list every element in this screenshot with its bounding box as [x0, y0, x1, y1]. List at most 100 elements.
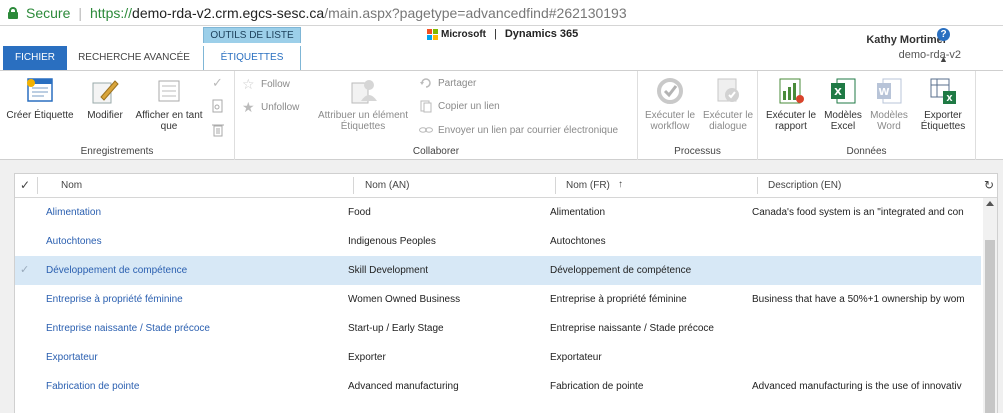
help-icon[interactable]: ? [937, 28, 950, 41]
assign-label-1: Attribuer un élément [317, 110, 409, 121]
group-label-processus: Processus [674, 146, 721, 157]
ribbon-group-processus: Exécuter le workflow Exécuter le dialogu… [638, 71, 758, 160]
cell-description-en: Canada's food system is an "integrated a… [752, 207, 964, 218]
run-report-button[interactable]: Exécuter le rapport [762, 75, 820, 132]
check-icon[interactable]: ✓ [212, 75, 223, 91]
url-path: /main.aspx?pagetype=advancedfind#2621301… [324, 4, 627, 21]
col-header-nom[interactable]: Nom [61, 180, 82, 191]
cell-nom[interactable]: Entreprise à propriété féminine [46, 294, 183, 305]
report-icon [775, 75, 807, 107]
word-templates-label-2: Word [877, 121, 901, 132]
excel-templates-button[interactable]: X Modèles Excel [820, 75, 866, 132]
table-row[interactable]: Alimentation Food Alimentation Canada's … [15, 198, 981, 227]
assign-icon [347, 75, 379, 107]
vertical-scrollbar[interactable] [983, 198, 997, 413]
table-row-selected[interactable]: ✓ Développement de compétence Skill Deve… [15, 256, 981, 285]
show-as-button[interactable]: Afficher en tant que [128, 75, 210, 132]
cell-nom-an: Indigenous Peoples [348, 236, 436, 247]
copy-page-icon[interactable] [212, 99, 224, 116]
unfollow-button[interactable]: ★ Unfollow [242, 99, 299, 115]
select-all-check-icon[interactable]: ✓ [20, 178, 30, 192]
follow-button[interactable]: ☆ Follow [242, 76, 290, 92]
table-row[interactable]: Entreprise à propriété féminine Women Ow… [15, 285, 981, 314]
grid-rows: Alimentation Food Alimentation Canada's … [15, 198, 981, 413]
excel-icon: X [827, 75, 859, 107]
col-header-description-en[interactable]: Description (EN) [768, 180, 841, 191]
brand-divider: | [494, 28, 497, 40]
cell-nom-an: Exporter [348, 352, 386, 363]
create-record-icon [24, 75, 56, 107]
share-button[interactable]: Partager [419, 75, 476, 91]
table-row[interactable]: Autochtones Indigenous Peoples Autochton… [15, 227, 981, 256]
modify-label: Modifier [87, 110, 123, 121]
user-name: Kathy Mortimer [866, 34, 947, 46]
results-grid: ✓ Nom Nom (AN) Nom (FR) ↑ Description (E… [14, 173, 998, 413]
word-templates-label-1: Modèles [870, 110, 908, 121]
list-tools-context-label: OUTILS DE LISTE [203, 27, 301, 43]
run-dialog-label-2: dialogue [709, 121, 747, 132]
run-dialog-button[interactable]: Exécuter le dialogue [700, 75, 756, 132]
microsoft-logo-icon [427, 28, 438, 40]
tab-fichier[interactable]: FICHIER [3, 46, 67, 70]
modify-button[interactable]: Modifier [82, 75, 128, 121]
excel-templates-label-1: Modèles [824, 110, 862, 121]
secure-label: Secure [26, 4, 71, 21]
user-menu[interactable]: Kathy Mortimer demo-rda-v2 [866, 34, 961, 61]
col-header-nom-fr[interactable]: Nom (FR) [566, 180, 610, 191]
cell-nom[interactable]: Exportateur [46, 352, 98, 363]
cell-description-en: Advanced manufacturing is the use of inn… [752, 381, 962, 392]
scrollbar-thumb[interactable] [985, 240, 995, 413]
unfollow-label: Unfollow [261, 101, 300, 113]
cell-nom[interactable]: Autochtones [46, 236, 102, 247]
cell-nom-an: Skill Development [348, 265, 429, 276]
run-report-label-1: Exécuter le [765, 110, 817, 121]
cell-nom-fr: Exportateur [550, 352, 602, 363]
product-name: Dynamics 365 [504, 28, 579, 40]
tab-recherche-avancee[interactable]: RECHERCHE AVANCÉE [70, 46, 198, 70]
cell-nom-fr: Entreprise naissante / Stade précoce [550, 323, 714, 334]
address-separator: | [78, 4, 82, 21]
copy-link-label: Copier un lien [438, 100, 500, 112]
table-row[interactable]: Exportateur Exporter Exportateur [15, 343, 981, 372]
cell-nom[interactable]: Fabrication de pointe [46, 381, 139, 392]
follow-label: Follow [261, 78, 290, 90]
svg-text:X: X [834, 87, 842, 98]
scroll-up-icon[interactable] [986, 201, 994, 206]
copy-link-icon [419, 99, 433, 113]
workflow-icon [654, 75, 686, 107]
collapse-ribbon-icon[interactable]: ▲ [939, 54, 948, 64]
group-label-donnees: Données [846, 146, 887, 157]
address-bar[interactable]: Secure | https:// demo-rda-v2.crm.egcs-s… [0, 0, 1003, 26]
cell-nom-fr: Alimentation [550, 207, 606, 218]
refresh-icon[interactable]: ↻ [984, 178, 994, 192]
assign-label-2: Étiquettes [340, 121, 386, 132]
export-button[interactable]: X Exporter Étiquettes [912, 75, 974, 132]
row-check-icon[interactable]: ✓ [20, 263, 29, 276]
ribbon-group-enregistrements: Créer Étiquette Modifier Afficher en tan… [0, 71, 235, 160]
cell-nom-fr: Autochtones [550, 236, 606, 247]
email-link-button[interactable]: Envoyer un lien par courrier électroniqu… [419, 122, 618, 138]
assign-button[interactable]: Attribuer un élément Étiquettes [310, 75, 416, 132]
run-report-label-2: rapport [775, 121, 807, 132]
tab-etiquettes[interactable]: ÉTIQUETTES [203, 46, 301, 70]
url-host: demo-rda-v2.crm.egcs-sesc.ca [132, 4, 325, 21]
table-row[interactable]: Entreprise naissante / Stade précoce Sta… [15, 314, 981, 343]
cell-nom-an: Food [348, 207, 371, 218]
share-icon [419, 76, 433, 90]
word-templates-button[interactable]: W Modèles Word [866, 75, 912, 132]
table-row[interactable]: Fabrication de pointe Advanced manufactu… [15, 372, 981, 401]
cell-nom-an: Start-up / Early Stage [348, 323, 444, 334]
delete-icon[interactable] [212, 123, 224, 140]
create-button[interactable]: Créer Étiquette [5, 75, 75, 121]
cell-nom[interactable]: Développement de compétence [46, 265, 187, 276]
run-workflow-button[interactable]: Exécuter le workflow [642, 75, 698, 132]
cell-nom[interactable]: Entreprise naissante / Stade précoce [46, 323, 210, 334]
sort-arrow-icon: ↑ [618, 179, 623, 190]
col-header-nom-an[interactable]: Nom (AN) [365, 180, 409, 191]
grid-header: ✓ Nom Nom (AN) Nom (FR) ↑ Description (E… [15, 174, 997, 198]
cell-nom-fr: Fabrication de pointe [550, 381, 644, 392]
group-label-collaborer: Collaborer [412, 146, 460, 157]
copy-link-button[interactable]: Copier un lien [419, 98, 500, 114]
show-as-icon [153, 75, 185, 107]
cell-nom[interactable]: Alimentation [46, 207, 101, 218]
